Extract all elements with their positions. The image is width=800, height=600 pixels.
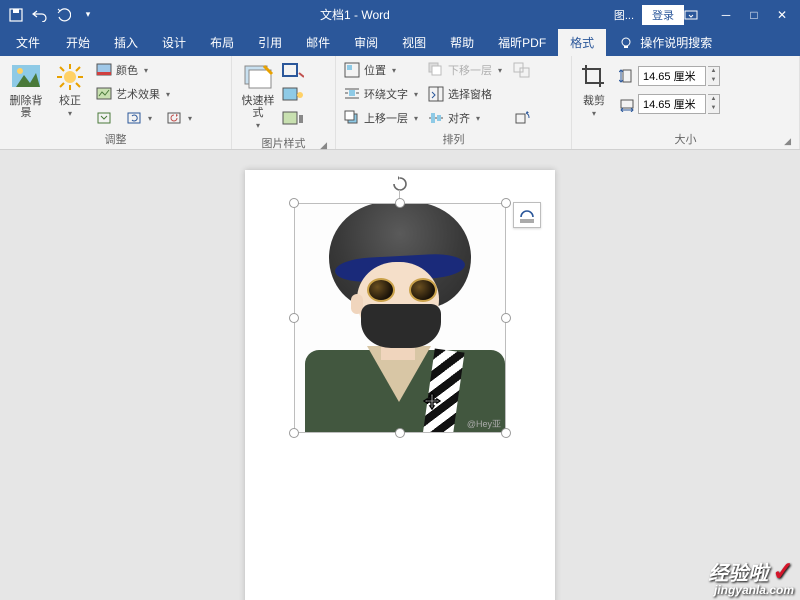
watermark: 经验啦✓ jingyanla.com <box>708 558 794 596</box>
corrections-icon <box>54 61 86 93</box>
group-picture-styles: 快速样式 ▾ 图片样式◢ <box>232 56 336 149</box>
crop-icon <box>578 61 610 93</box>
compress-icon[interactable] <box>96 110 112 126</box>
tab-format[interactable]: 格式 <box>558 29 606 56</box>
image-credit: @Hey亚 <box>467 417 501 430</box>
selection-pane-icon <box>428 86 444 102</box>
quick-access-toolbar: ▾ <box>0 7 104 23</box>
redo-icon[interactable] <box>56 7 72 23</box>
group-objects-icon[interactable] <box>510 59 534 81</box>
rotate-handle[interactable] <box>392 176 408 192</box>
tab-review[interactable]: 审阅 <box>342 29 390 56</box>
compress-reset-row: ▾ ▾ <box>92 107 196 129</box>
corrections-button[interactable]: 校正 ▾ <box>50 59 90 120</box>
group-adjust: 删除背景 校正 ▾ 颜色▾ 艺术效果▾ ▾ <box>0 56 232 149</box>
resize-handle-br[interactable] <box>501 428 511 438</box>
wrap-icon <box>344 86 360 102</box>
position-button[interactable]: 位置▾ <box>340 59 422 81</box>
tab-mailings[interactable]: 邮件 <box>294 29 342 56</box>
send-backward-button[interactable]: 下移一层▾ <box>424 59 506 81</box>
tell-me[interactable]: 操作说明搜索 <box>606 29 724 56</box>
quick-styles-button[interactable]: 快速样式 ▾ <box>236 59 280 132</box>
artistic-effects-button[interactable]: 艺术效果▾ <box>92 83 196 105</box>
tab-foxit[interactable]: 福昕PDF <box>486 29 558 56</box>
group-size-label: 大小 <box>675 134 697 146</box>
remove-background-icon <box>10 61 42 93</box>
group-styles-label: 图片样式 <box>262 138 306 150</box>
group-arrange-label: 排列 <box>443 134 465 146</box>
page: @Hey亚 <box>245 170 555 600</box>
height-spinner[interactable]: ▲▼ <box>708 66 720 86</box>
tab-file[interactable]: 文件 <box>2 29 54 56</box>
group-size: 裁剪 ▾ ▲▼ ▲▼ 大小 ◢ <box>572 56 800 149</box>
login-button[interactable]: 登录 <box>642 5 684 25</box>
undo-icon[interactable] <box>32 7 48 23</box>
tell-me-label: 操作说明搜索 <box>640 34 712 51</box>
layout-options-button[interactable] <box>513 202 541 228</box>
size-launcher-icon[interactable]: ◢ <box>784 136 791 147</box>
tab-references[interactable]: 引用 <box>246 29 294 56</box>
close-button[interactable]: ✕ <box>768 8 796 22</box>
image-content: @Hey亚 <box>295 204 505 432</box>
reset-picture-icon[interactable] <box>166 110 182 126</box>
position-icon <box>344 62 360 78</box>
save-icon[interactable] <box>8 7 24 23</box>
chevron-down-icon: ▾ <box>68 109 72 118</box>
tab-view[interactable]: 视图 <box>390 29 438 56</box>
resize-handle-bm[interactable] <box>395 428 405 438</box>
width-input-row: ▲▼ <box>618 93 720 115</box>
selected-image[interactable]: @Hey亚 <box>295 204 505 432</box>
width-icon <box>618 95 636 113</box>
crop-button[interactable]: 裁剪 ▾ <box>576 59 612 120</box>
picture-effects-icon[interactable] <box>282 87 304 109</box>
tab-insert[interactable]: 插入 <box>102 29 150 56</box>
color-button[interactable]: 颜色▾ <box>92 59 196 81</box>
lightbulb-icon <box>618 35 634 51</box>
document-canvas[interactable]: @Hey亚 <box>0 150 800 600</box>
tab-layout[interactable]: 布局 <box>198 29 246 56</box>
resize-handle-mr[interactable] <box>501 313 511 323</box>
resize-handle-tr[interactable] <box>501 198 511 208</box>
width-input[interactable] <box>638 94 706 114</box>
resize-handle-tm[interactable] <box>395 198 405 208</box>
picture-tools-tab[interactable]: 图... <box>606 5 642 25</box>
color-icon <box>96 62 112 78</box>
window-title: 文档1 - Word <box>104 6 606 23</box>
check-icon: ✓ <box>772 556 794 586</box>
height-input[interactable] <box>638 66 706 86</box>
tab-home[interactable]: 开始 <box>54 29 102 56</box>
height-input-row: ▲▼ <box>618 65 720 87</box>
rotate-icon[interactable] <box>510 107 534 129</box>
align-button[interactable]: 对齐▾ <box>424 107 506 129</box>
picture-border-icon[interactable] <box>282 63 304 85</box>
tab-design[interactable]: 设计 <box>150 29 198 56</box>
remove-background-button[interactable]: 删除背景 <box>4 59 48 121</box>
forward-icon <box>344 110 360 126</box>
ribbon: 删除背景 校正 ▾ 颜色▾ 艺术效果▾ ▾ <box>0 56 800 150</box>
width-spinner[interactable]: ▲▼ <box>708 94 720 114</box>
resize-handle-ml[interactable] <box>289 313 299 323</box>
minimize-button[interactable]: ─ <box>712 8 740 22</box>
ribbon-options-icon[interactable] <box>684 9 712 21</box>
bring-forward-button[interactable]: 上移一层▾ <box>340 107 422 129</box>
backward-icon <box>428 62 444 78</box>
group-arrange: 位置▾ 环绕文字▾ 上移一层▾ 下移一层▾ 选择窗格 对齐▾ 排列 <box>336 56 572 149</box>
height-icon <box>618 67 636 85</box>
change-picture-icon[interactable] <box>126 110 142 126</box>
qat-dropdown-icon[interactable]: ▾ <box>80 7 96 23</box>
group-adjust-label: 调整 <box>105 134 127 146</box>
ribbon-tabs: 文件 开始 插入 设计 布局 引用 邮件 审阅 视图 帮助 福昕PDF 格式 操… <box>0 29 800 56</box>
selection-pane-button[interactable]: 选择窗格 <box>424 83 506 105</box>
wrap-text-button[interactable]: 环绕文字▾ <box>340 83 422 105</box>
artistic-icon <box>96 86 112 102</box>
picture-layout-icon[interactable] <box>282 111 304 133</box>
resize-handle-bl[interactable] <box>289 428 299 438</box>
title-bar: ▾ 文档1 - Word 图... 登录 ─ □ ✕ <box>0 0 800 29</box>
quick-styles-icon <box>242 61 274 93</box>
maximize-button[interactable]: □ <box>740 8 768 22</box>
tab-help[interactable]: 帮助 <box>438 29 486 56</box>
align-icon <box>428 110 444 126</box>
resize-handle-tl[interactable] <box>289 198 299 208</box>
